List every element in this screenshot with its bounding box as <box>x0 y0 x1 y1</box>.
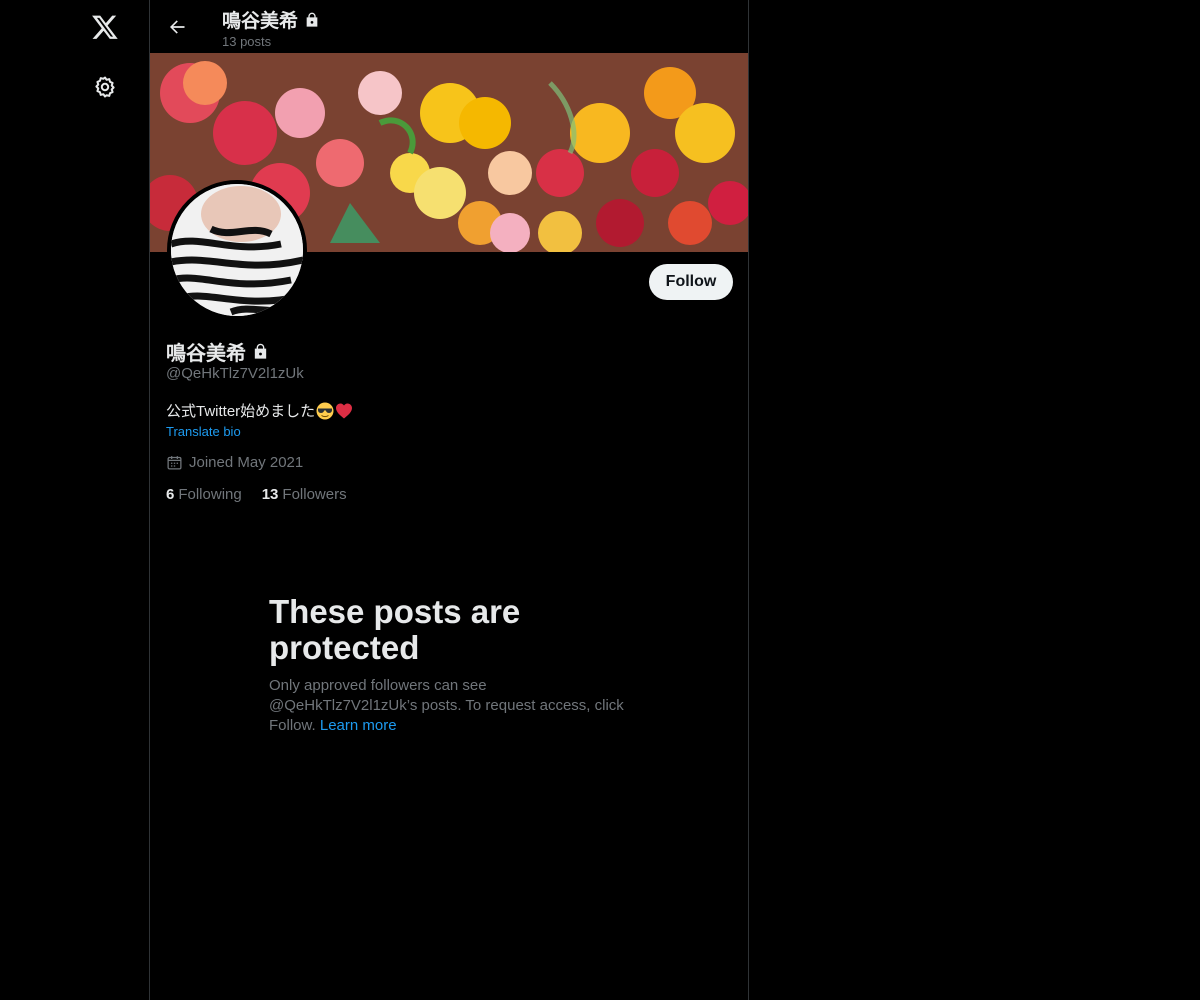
bio-text: 公式Twitter始めました <box>166 403 316 420</box>
header-title: 鳴谷美希 <box>222 6 320 33</box>
post-count: 13 posts <box>222 34 272 49</box>
lock-icon <box>306 12 318 27</box>
avatar-image <box>171 184 303 316</box>
back-button[interactable] <box>162 12 192 42</box>
app: 鳴谷美希 13 posts Follow 鳴谷美希 @QeHkTlz7V2l1z… <box>0 0 1200 1000</box>
gear-icon[interactable] <box>90 72 120 102</box>
x-logo-icon[interactable] <box>88 10 122 44</box>
joined-date: Joined May 2021 <box>166 454 303 471</box>
following-label: Following <box>178 486 242 503</box>
profile-column: 鳴谷美希 13 posts Follow 鳴谷美希 @QeHkTlz7V2l1z… <box>149 0 749 1000</box>
profile-header: 鳴谷美希 13 posts <box>150 0 748 53</box>
followers-link[interactable]: 13 Followers <box>262 486 347 503</box>
protected-notice: These posts are protected Only approved … <box>269 594 639 736</box>
header-title-text: 鳴谷美希 <box>222 11 299 32</box>
translate-bio-link[interactable]: Translate bio <box>166 424 241 439</box>
display-name-text: 鳴谷美希 <box>166 343 246 365</box>
follow-stats: 6 Following 13 Followers <box>166 486 347 503</box>
left-nav <box>0 0 149 1000</box>
heart-emoji-icon <box>336 403 353 418</box>
learn-more-link[interactable]: Learn more <box>320 717 397 734</box>
avatar[interactable] <box>167 180 307 320</box>
protected-title: These posts are protected <box>269 593 521 666</box>
sunglasses-emoji-icon <box>316 402 334 419</box>
calendar-icon <box>167 456 182 470</box>
protected-body: Only approved followers can see @QeHkTlz… <box>269 676 639 736</box>
following-count: 6 <box>166 486 175 503</box>
follow-button[interactable]: Follow <box>649 264 733 300</box>
joined-text: Joined May 2021 <box>189 454 304 471</box>
display-name: 鳴谷美希 <box>166 337 269 366</box>
user-handle: @QeHkTlz7V2l1zUk <box>166 365 304 382</box>
followers-count: 13 <box>261 486 279 503</box>
lock-icon <box>254 343 267 359</box>
followers-label: Followers <box>282 486 347 503</box>
arrow-left-icon <box>170 20 185 34</box>
following-link[interactable]: 6 Following <box>166 486 242 503</box>
bio: 公式Twitter始めました <box>166 400 353 421</box>
